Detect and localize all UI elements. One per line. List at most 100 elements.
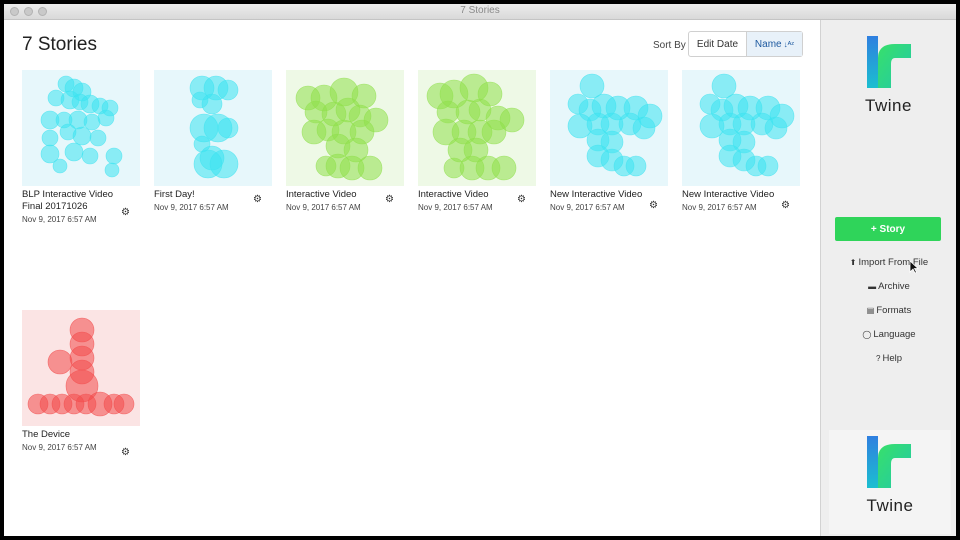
passage-circle bbox=[201, 93, 223, 115]
passage-circle bbox=[217, 79, 239, 101]
story-preview-graphic bbox=[426, 73, 525, 181]
story-date: Nov 9, 2017 6:57 AM bbox=[22, 215, 97, 224]
story-title: New Interactive Video bbox=[682, 189, 775, 200]
new-story-button[interactable]: + Story bbox=[835, 217, 941, 241]
question-circle-icon: ? bbox=[876, 354, 881, 363]
passage-circle bbox=[83, 113, 101, 131]
story-card[interactable]: New Interactive Video Nov 9, 2017 6:57 AM… bbox=[682, 70, 800, 212]
formats-label: Formats bbox=[876, 305, 912, 316]
archive-button[interactable]: ▬ Archive bbox=[821, 281, 956, 292]
passage-circle bbox=[97, 109, 115, 127]
story-preview-graphic bbox=[567, 73, 663, 177]
formats-button[interactable]: ▤ Formats bbox=[821, 305, 956, 316]
story-name[interactable]: Interactive Video Nov 9, 2017 6:57 AM bbox=[286, 189, 382, 213]
story-card[interactable]: BLP Interactive Video Final 20171026 Nov … bbox=[22, 70, 140, 224]
story-card[interactable]: New Interactive Video Nov 9, 2017 6:57 AM… bbox=[550, 70, 668, 212]
passage-circle bbox=[47, 349, 73, 375]
speech-bubble-icon: ◯ bbox=[862, 330, 872, 339]
passage-circle bbox=[217, 117, 239, 139]
passage-circle bbox=[481, 119, 507, 145]
twine-logo-icon bbox=[867, 36, 911, 88]
gear-icon[interactable]: ⚙ bbox=[648, 200, 659, 211]
story-name[interactable]: First Day! Nov 9, 2017 6:57 AM bbox=[154, 189, 250, 213]
story-thumbnail[interactable] bbox=[550, 70, 668, 186]
story-preview-graphic bbox=[40, 75, 123, 178]
passage-circle bbox=[357, 155, 383, 181]
story-name[interactable]: The Device Nov 9, 2017 6:57 AM bbox=[22, 429, 118, 453]
gear-icon[interactable]: ⚙ bbox=[384, 194, 395, 205]
passage-circle bbox=[193, 149, 223, 179]
title-bar: 7 Stories bbox=[4, 4, 956, 20]
window-title: 7 Stories bbox=[460, 5, 500, 16]
gear-icon[interactable]: ⚙ bbox=[120, 447, 131, 458]
sort-alpha-icon: ↓ᴬᶻ bbox=[783, 39, 795, 49]
story-name[interactable]: New Interactive Video Nov 9, 2017 6:57 AM bbox=[550, 189, 646, 213]
file-icon: ▤ bbox=[866, 306, 875, 315]
sort-name-button[interactable]: Name ↓ᴬᶻ bbox=[747, 32, 802, 56]
passage-circle bbox=[52, 158, 68, 174]
passage-circle bbox=[81, 147, 99, 165]
passage-circle bbox=[105, 147, 123, 165]
story-card[interactable]: Interactive Video Nov 9, 2017 6:57 AM ⚙ bbox=[418, 70, 536, 212]
story-thumbnail[interactable] bbox=[682, 70, 800, 186]
story-name[interactable]: BLP Interactive Video Final 20171026 Nov … bbox=[22, 189, 118, 225]
help-button[interactable]: ? Help bbox=[821, 353, 956, 364]
archive-label: Archive bbox=[878, 281, 910, 292]
passage-circle bbox=[301, 119, 327, 145]
briefcase-icon: ▬ bbox=[868, 282, 877, 291]
story-preview-graphic bbox=[295, 77, 389, 181]
app-window: 7 Stories 7 Stories Sort By Edit Date Na… bbox=[4, 4, 956, 536]
gear-icon[interactable]: ⚙ bbox=[120, 207, 131, 218]
gear-icon[interactable]: ⚙ bbox=[516, 194, 527, 205]
story-preview-graphic bbox=[27, 317, 135, 417]
sort-by-label: Sort By bbox=[653, 40, 686, 51]
story-thumbnail[interactable] bbox=[154, 70, 272, 186]
import-from-file-button[interactable]: ⬆ Import From File bbox=[821, 257, 956, 268]
story-date: Nov 9, 2017 6:57 AM bbox=[286, 203, 361, 212]
sort-toggle-group: Edit Date Name ↓ᴬᶻ bbox=[688, 31, 803, 57]
language-button[interactable]: ◯ Language bbox=[821, 329, 956, 340]
story-date: Nov 9, 2017 6:57 AM bbox=[550, 203, 625, 212]
passage-circle bbox=[625, 155, 647, 177]
story-preview-graphic bbox=[189, 75, 239, 179]
sidebar: Twine + Story ⬆ Import From File ▬ Archive… bbox=[820, 20, 956, 536]
passage-circle bbox=[757, 155, 779, 177]
sort-edit-date-button[interactable]: Edit Date bbox=[689, 32, 747, 56]
story-title: Interactive Video bbox=[418, 189, 489, 200]
story-title: New Interactive Video bbox=[550, 189, 643, 200]
story-card[interactable]: First Day! Nov 9, 2017 6:57 AM ⚙ bbox=[154, 70, 272, 212]
story-date: Nov 9, 2017 6:57 AM bbox=[22, 443, 97, 452]
story-card[interactable]: The Device Nov 9, 2017 6:57 AM ⚙ bbox=[22, 310, 140, 458]
story-preview-graphic bbox=[699, 73, 795, 177]
sort-name-label: Name bbox=[754, 38, 782, 50]
mouse-cursor-icon bbox=[909, 260, 919, 274]
help-label: Help bbox=[882, 353, 902, 364]
story-thumbnail[interactable] bbox=[418, 70, 536, 186]
passage-circle bbox=[632, 116, 656, 140]
twine-logo-large-icon bbox=[867, 436, 911, 488]
story-thumbnail[interactable] bbox=[22, 70, 140, 186]
gear-icon[interactable]: ⚙ bbox=[252, 194, 263, 205]
passage-circle bbox=[41, 129, 59, 147]
upload-icon: ⬆ bbox=[849, 258, 857, 267]
twine-logo-text: Twine bbox=[865, 96, 912, 115]
gear-icon[interactable]: ⚙ bbox=[780, 200, 791, 211]
story-thumbnail[interactable] bbox=[286, 70, 404, 186]
passage-circle bbox=[764, 116, 788, 140]
passage-circle bbox=[104, 162, 120, 178]
story-title: BLP Interactive Video Final 20171026 bbox=[22, 189, 114, 212]
story-thumbnail[interactable] bbox=[22, 310, 140, 426]
sort-edit-date-label: Edit Date bbox=[696, 38, 739, 50]
story-date: Nov 9, 2017 6:57 AM bbox=[418, 203, 493, 212]
twine-logo-large: Twine bbox=[829, 430, 951, 534]
twine-logo-large-text: Twine bbox=[866, 496, 914, 515]
story-title: Interactive Video bbox=[286, 189, 357, 200]
story-date: Nov 9, 2017 6:57 AM bbox=[154, 203, 229, 212]
passage-circle bbox=[491, 155, 517, 181]
story-date: Nov 9, 2017 6:57 AM bbox=[682, 203, 757, 212]
story-library: 7 Stories Sort By Edit Date Name ↓ᴬᶻ BLP … bbox=[4, 20, 818, 536]
story-name[interactable]: New Interactive Video Nov 9, 2017 6:57 AM bbox=[682, 189, 778, 213]
story-name[interactable]: Interactive Video Nov 9, 2017 6:57 AM bbox=[418, 189, 514, 213]
story-card[interactable]: Interactive Video Nov 9, 2017 6:57 AM ⚙ bbox=[286, 70, 404, 212]
passage-circle bbox=[113, 393, 135, 415]
